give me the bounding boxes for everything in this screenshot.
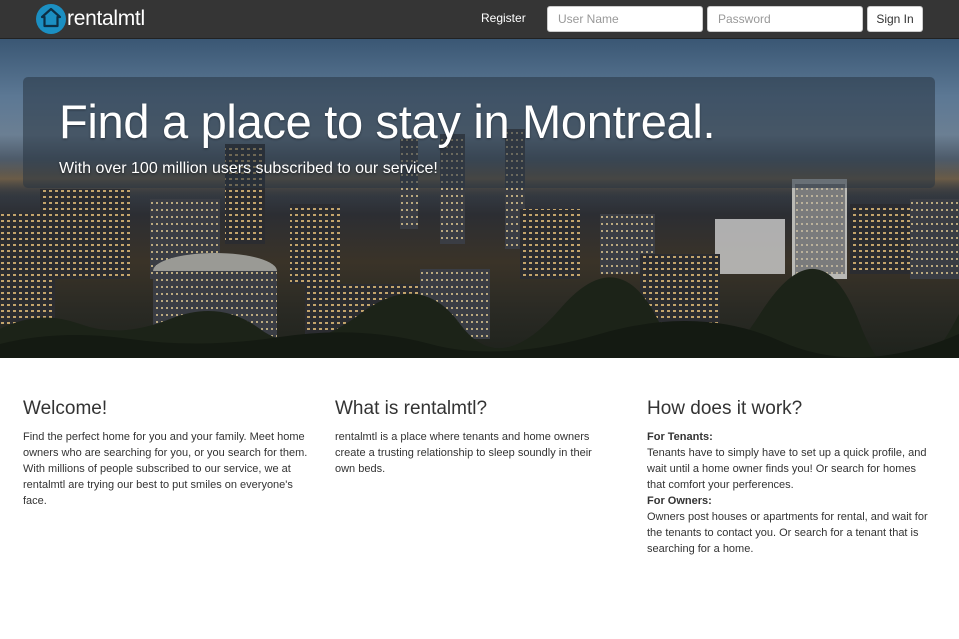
tenants-text: Tenants have to simply have to set up a … <box>647 447 927 491</box>
brand-name: rentalmtl <box>67 7 145 30</box>
welcome-text: Find the perfect home for you and your f… <box>23 431 308 507</box>
welcome-section: Welcome! Find the perfect home for you a… <box>23 398 308 509</box>
about-section: What is rentalmtl? rentalmtl is a place … <box>335 398 610 477</box>
tenants-label: For Tenants: <box>647 431 713 443</box>
hero-title: Find a place to stay in Montreal. <box>59 95 716 148</box>
house-icon <box>36 4 66 34</box>
hero-banner: Find a place to stay in Montreal. With o… <box>0 39 959 358</box>
top-navbar: rentalmtl Register Sign In <box>0 0 959 39</box>
owners-text: Owners post houses or apartments for ren… <box>647 511 928 555</box>
sign-in-button[interactable]: Sign In <box>867 6 923 32</box>
welcome-heading: Welcome! <box>23 398 108 419</box>
about-heading: What is rentalmtl? <box>335 398 488 419</box>
about-text: rentalmtl is a place where tenants and h… <box>335 431 592 475</box>
how-it-works-heading: How does it work? <box>647 398 803 419</box>
register-link[interactable]: Register <box>481 11 526 25</box>
username-input[interactable] <box>547 6 703 32</box>
password-input[interactable] <box>707 6 863 32</box>
brand-link[interactable]: rentalmtl <box>36 3 145 35</box>
how-it-works-section: How does it work? For Tenants: Tenants h… <box>647 398 932 557</box>
owners-label: For Owners: <box>647 495 712 507</box>
hero-subtitle: With over 100 million users subscribed t… <box>59 160 438 177</box>
